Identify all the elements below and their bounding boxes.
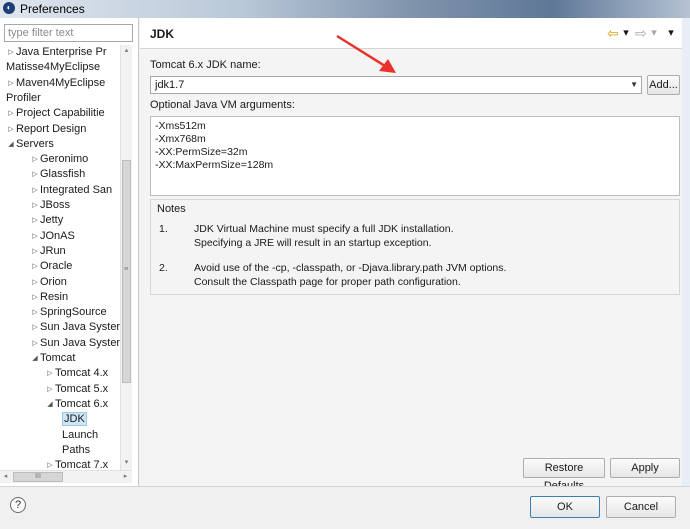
- help-icon[interactable]: ?: [10, 497, 26, 513]
- annotation-arrow: [336, 34, 396, 73]
- ok-button[interactable]: OK: [530, 496, 600, 518]
- cancel-button[interactable]: Cancel: [606, 496, 676, 518]
- dialog-button-bar: ? OK Cancel: [0, 486, 690, 529]
- annotation-arrow-head: [379, 59, 396, 73]
- annotation-arrow-line: [336, 34, 386, 68]
